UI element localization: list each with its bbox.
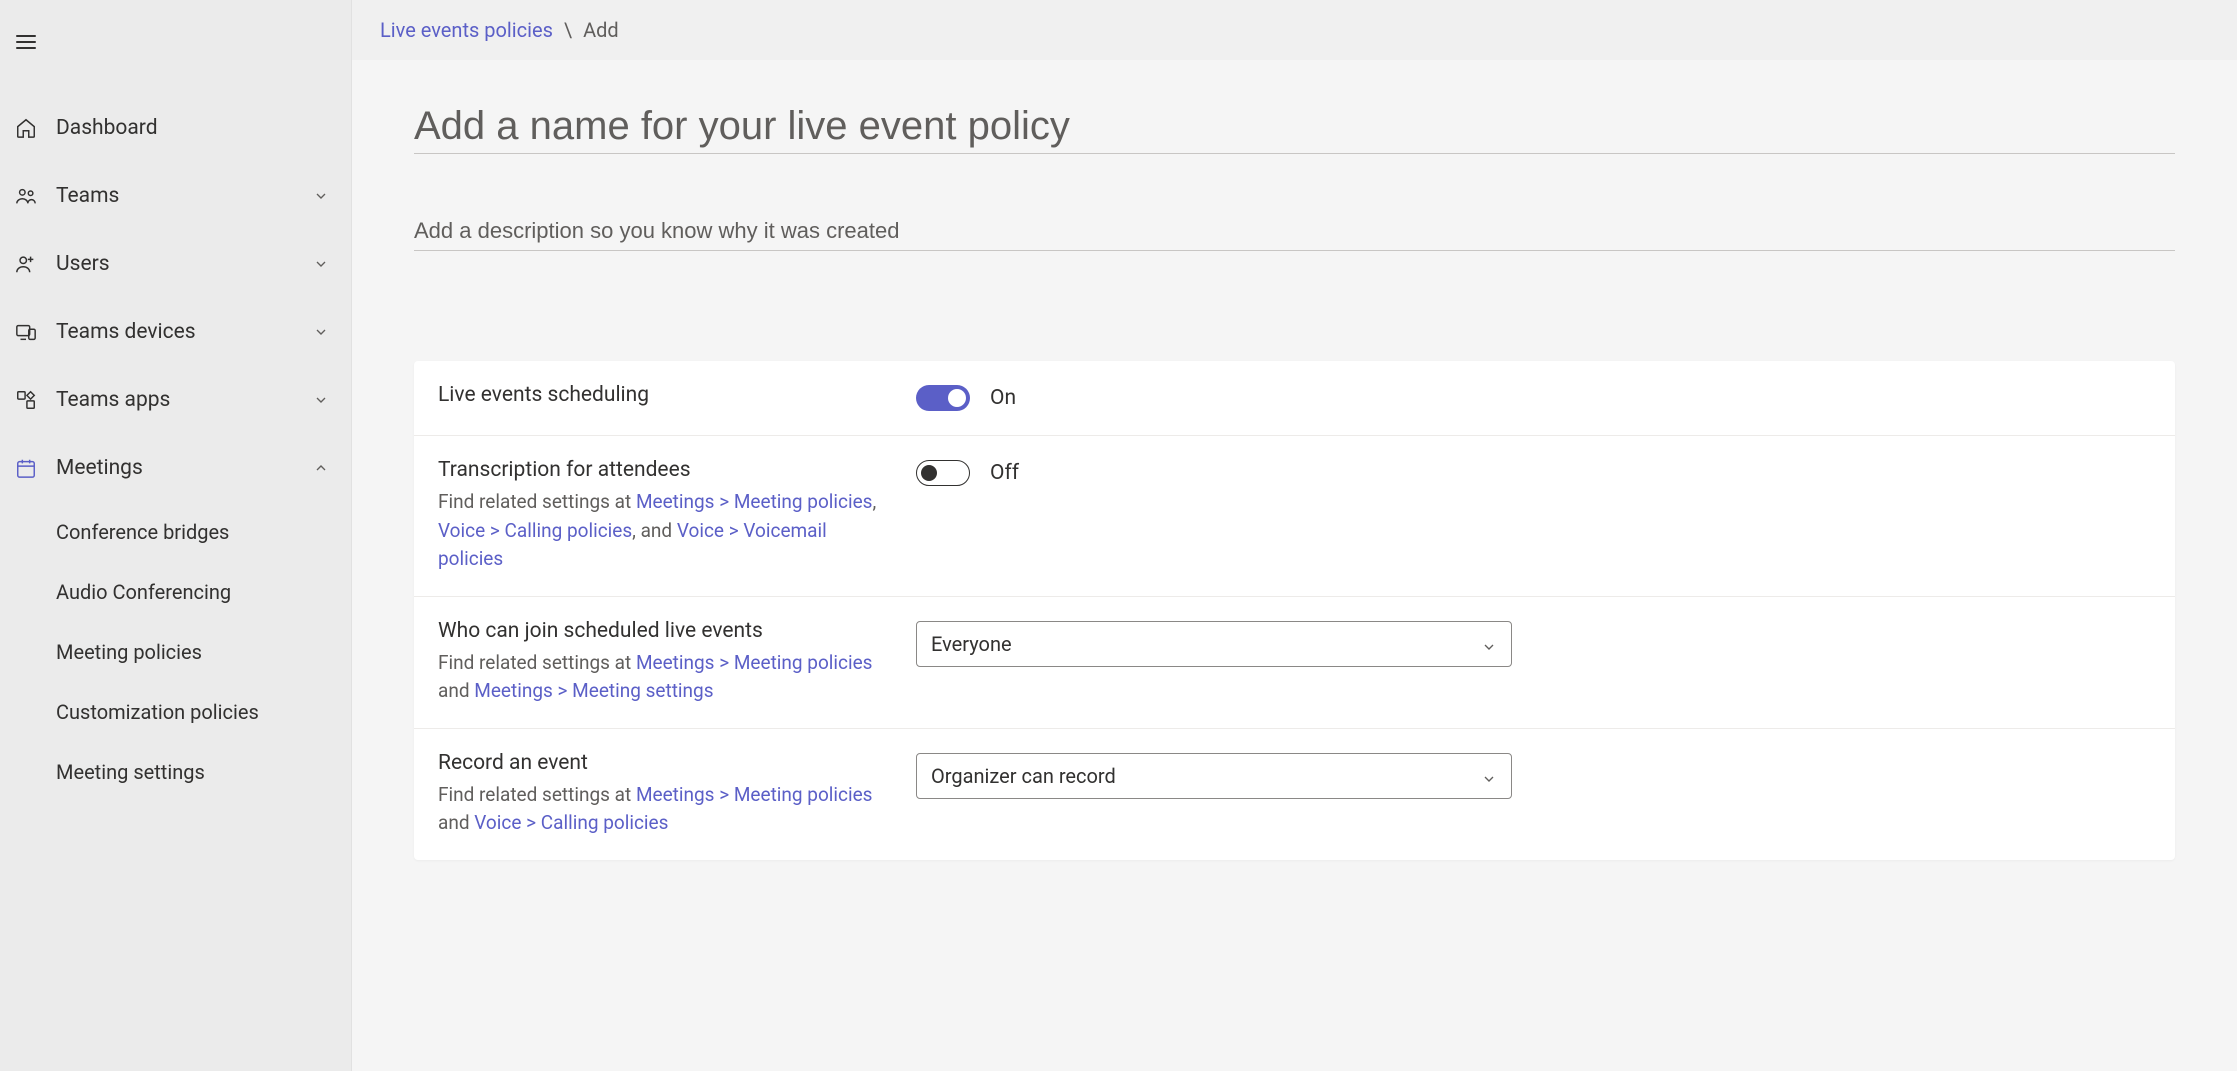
setting-title: Who can join scheduled live events: [438, 619, 896, 643]
setting-row-record-event: Record an event Find related settings at…: [414, 728, 2175, 860]
toggle-switch-off: [916, 460, 970, 486]
hamburger-icon: [14, 30, 38, 54]
sidebar-item-label: Teams: [56, 184, 311, 208]
breadcrumb-separator: \: [564, 18, 572, 42]
setting-title: Live events scheduling: [438, 383, 896, 407]
sidebar-subitem-audio-conferencing[interactable]: Audio Conferencing: [0, 562, 351, 622]
chevron-down-icon: [311, 186, 331, 206]
setting-title: Record an event: [438, 751, 896, 775]
select-value: Organizer can record: [931, 764, 1116, 788]
chevron-up-icon: [311, 458, 331, 478]
sidebar-item-teams-devices[interactable]: Teams devices: [0, 298, 351, 366]
main-content: Live events policies \ Add Live events s…: [352, 0, 2237, 1071]
breadcrumb-parent-link[interactable]: Live events policies: [380, 18, 553, 42]
setting-help-text: Find related settings at Meetings > Meet…: [438, 649, 896, 706]
link-calling-policies[interactable]: Voice > Calling policies: [438, 519, 632, 542]
breadcrumb: Live events policies \ Add: [352, 0, 2237, 60]
scheduling-toggle[interactable]: On: [916, 385, 1016, 411]
link-meeting-settings[interactable]: Meetings > Meeting settings: [474, 679, 713, 702]
breadcrumb-current: Add: [583, 18, 619, 42]
select-value: Everyone: [931, 632, 1012, 656]
calendar-icon: [10, 457, 42, 479]
who-can-join-select[interactable]: Everyone: [916, 621, 1512, 667]
setting-title: Transcription for attendees: [438, 458, 896, 482]
transcription-toggle[interactable]: Off: [916, 460, 1019, 486]
sidebar-subitem-meeting-settings[interactable]: Meeting settings: [0, 742, 351, 802]
policy-description-input[interactable]: [414, 212, 2175, 251]
toggle-state-label: Off: [990, 461, 1019, 485]
sidebar: Dashboard Teams Users Teams devices T: [0, 0, 352, 1071]
sidebar-item-label: Meetings: [56, 456, 311, 480]
toggle-switch-on: [916, 385, 970, 411]
sidebar-item-teams[interactable]: Teams: [0, 162, 351, 230]
sidebar-item-label: Teams devices: [56, 320, 311, 344]
setting-help-text: Find related settings at Meetings > Meet…: [438, 781, 896, 838]
setting-row-scheduling: Live events scheduling On: [414, 361, 2175, 435]
toggle-state-label: On: [990, 386, 1016, 410]
sidebar-subitem-customization-policies[interactable]: Customization policies: [0, 682, 351, 742]
person-add-icon: [10, 253, 42, 275]
chevron-down-icon: [311, 390, 331, 410]
sidebar-item-users[interactable]: Users: [0, 230, 351, 298]
sidebar-item-teams-apps[interactable]: Teams apps: [0, 366, 351, 434]
home-icon: [10, 117, 42, 139]
chevron-down-icon: [1481, 768, 1497, 784]
policy-name-input[interactable]: [414, 100, 2175, 154]
content-area: Live events scheduling On Transcription …: [352, 60, 2237, 1071]
chevron-down-icon: [1481, 636, 1497, 652]
sidebar-item-label: Users: [56, 252, 311, 276]
record-event-select[interactable]: Organizer can record: [916, 753, 1512, 799]
people-icon: [10, 185, 42, 207]
hamburger-menu-button[interactable]: [0, 18, 351, 94]
chevron-down-icon: [311, 322, 331, 342]
sidebar-item-label: Dashboard: [56, 116, 331, 140]
sidebar-item-meetings[interactable]: Meetings: [0, 434, 351, 502]
apps-icon: [10, 389, 42, 411]
link-meeting-policies[interactable]: Meetings > Meeting policies: [636, 490, 873, 513]
settings-card: Live events scheduling On Transcription …: [414, 361, 2175, 860]
chevron-down-icon: [311, 254, 331, 274]
link-calling-policies[interactable]: Voice > Calling policies: [474, 811, 668, 834]
sidebar-subitem-meeting-policies[interactable]: Meeting policies: [0, 622, 351, 682]
setting-row-transcription: Transcription for attendees Find related…: [414, 435, 2175, 596]
sidebar-item-label: Teams apps: [56, 388, 311, 412]
setting-help-text: Find related settings at Meetings > Meet…: [438, 488, 896, 574]
sidebar-item-dashboard[interactable]: Dashboard: [0, 94, 351, 162]
link-meeting-policies[interactable]: Meetings > Meeting policies: [636, 783, 873, 806]
device-icon: [10, 321, 42, 343]
link-meeting-policies[interactable]: Meetings > Meeting policies: [636, 651, 873, 674]
sidebar-subitem-conference-bridges[interactable]: Conference bridges: [0, 502, 351, 562]
setting-row-who-can-join: Who can join scheduled live events Find …: [414, 596, 2175, 728]
